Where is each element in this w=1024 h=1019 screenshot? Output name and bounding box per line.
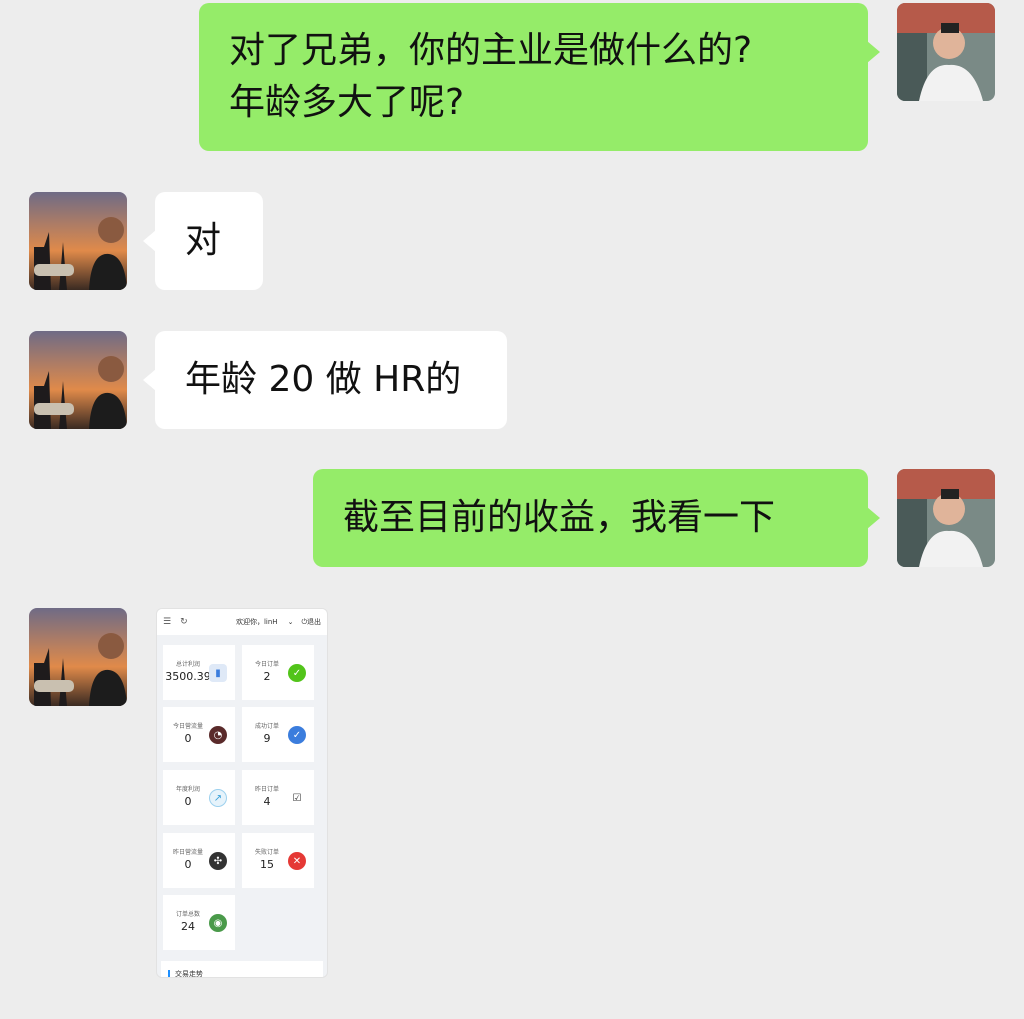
stat-label: 失败订单 [254,849,279,856]
stat-label: 今日订单 [254,661,279,668]
chrome-icon: ◉ [209,914,227,932]
stat-label: 订单总数 [175,911,200,918]
verified-badge-icon: ✓ [288,726,306,744]
contact-avatar[interactable] [29,331,127,429]
message-text: 年龄多大了呢? [229,82,465,123]
image-message[interactable]: ☰ ↻ 欢迎你，linH ⌄ ⏻ 退出 总计利润 3500.39 ▮ 今日订单 … [156,608,328,978]
stat-card: 昨日订单 4 ☑ [242,770,314,825]
message-text: 年龄 20 做 HR的 [185,359,462,400]
stat-value: 0 [184,732,192,745]
self-avatar[interactable] [897,3,995,101]
stat-card: 失败订单 15 ✕ [242,833,314,888]
stat-value: 9 [263,732,271,745]
stat-card: 总计利润 3500.39 ▮ [163,645,235,700]
stat-value: 4 [263,795,271,808]
check-circle-icon: ✓ [288,664,306,682]
message-bubble-received[interactable]: 年龄 20 做 HR的 [143,331,507,429]
stat-label: 成功订单 [254,723,279,730]
message-text: 对了兄弟，你的主业是做什么的? [229,30,753,71]
message-bubble-sent[interactable]: 截至目前的收益，我看一下 [313,469,880,567]
welcome-text: 欢迎你，linH [235,618,278,626]
stat-card: 今日订单 2 ✓ [242,645,314,700]
menu-icon: ☰ [163,617,172,627]
stat-card: 成功订单 9 ✓ [242,707,314,762]
chevron-down-icon: ⌄ [287,618,294,626]
message-text: 截至目前的收益，我看一下 [343,497,776,538]
stat-value: 0 [184,795,192,808]
cross-circle-icon: ✕ [288,852,306,870]
stat-card: 年度利润 0 ↗ [163,770,235,825]
dashboard-topbar: ☰ ↻ 欢迎你，linH ⌄ ⏻ 退出 [157,609,327,635]
stat-label: 昨日营流量 [172,849,203,856]
gauge-icon: ◔ [209,726,227,744]
message-text: 对 [185,220,222,261]
stat-label: 总计利润 [175,661,200,668]
contact-avatar[interactable] [29,608,127,706]
self-avatar[interactable] [897,469,995,567]
bar-chart-icon: ▮ [209,664,227,682]
stat-label: 今日营流量 [172,723,203,730]
stat-card: 今日营流量 0 ◔ [163,707,235,762]
refresh-icon: ↻ [180,617,188,627]
stat-value: 24 [181,920,195,933]
stat-label: 年度利润 [175,786,200,793]
stat-card: 昨日营流量 0 ✣ [163,833,235,888]
trend-section-title: 交易走势 [161,961,323,977]
stat-value: 2 [263,670,271,683]
stat-value: 3500.39 [165,670,211,683]
logout-label: 退出 [307,618,321,626]
trend-chart-icon: ↗ [209,789,227,807]
stat-card: 订单总数 24 ◉ [163,895,235,950]
message-bubble-sent[interactable]: 对了兄弟，你的主业是做什么的? 年龄多大了呢? [199,3,880,151]
clipboard-check-icon: ☑ [288,789,306,807]
message-bubble-received[interactable]: 对 [143,192,263,290]
stat-value: 15 [260,858,274,871]
lifebuoy-icon: ✣ [209,852,227,870]
stat-value: 0 [184,858,192,871]
contact-avatar[interactable] [29,192,127,290]
stat-label: 昨日订单 [254,786,279,793]
